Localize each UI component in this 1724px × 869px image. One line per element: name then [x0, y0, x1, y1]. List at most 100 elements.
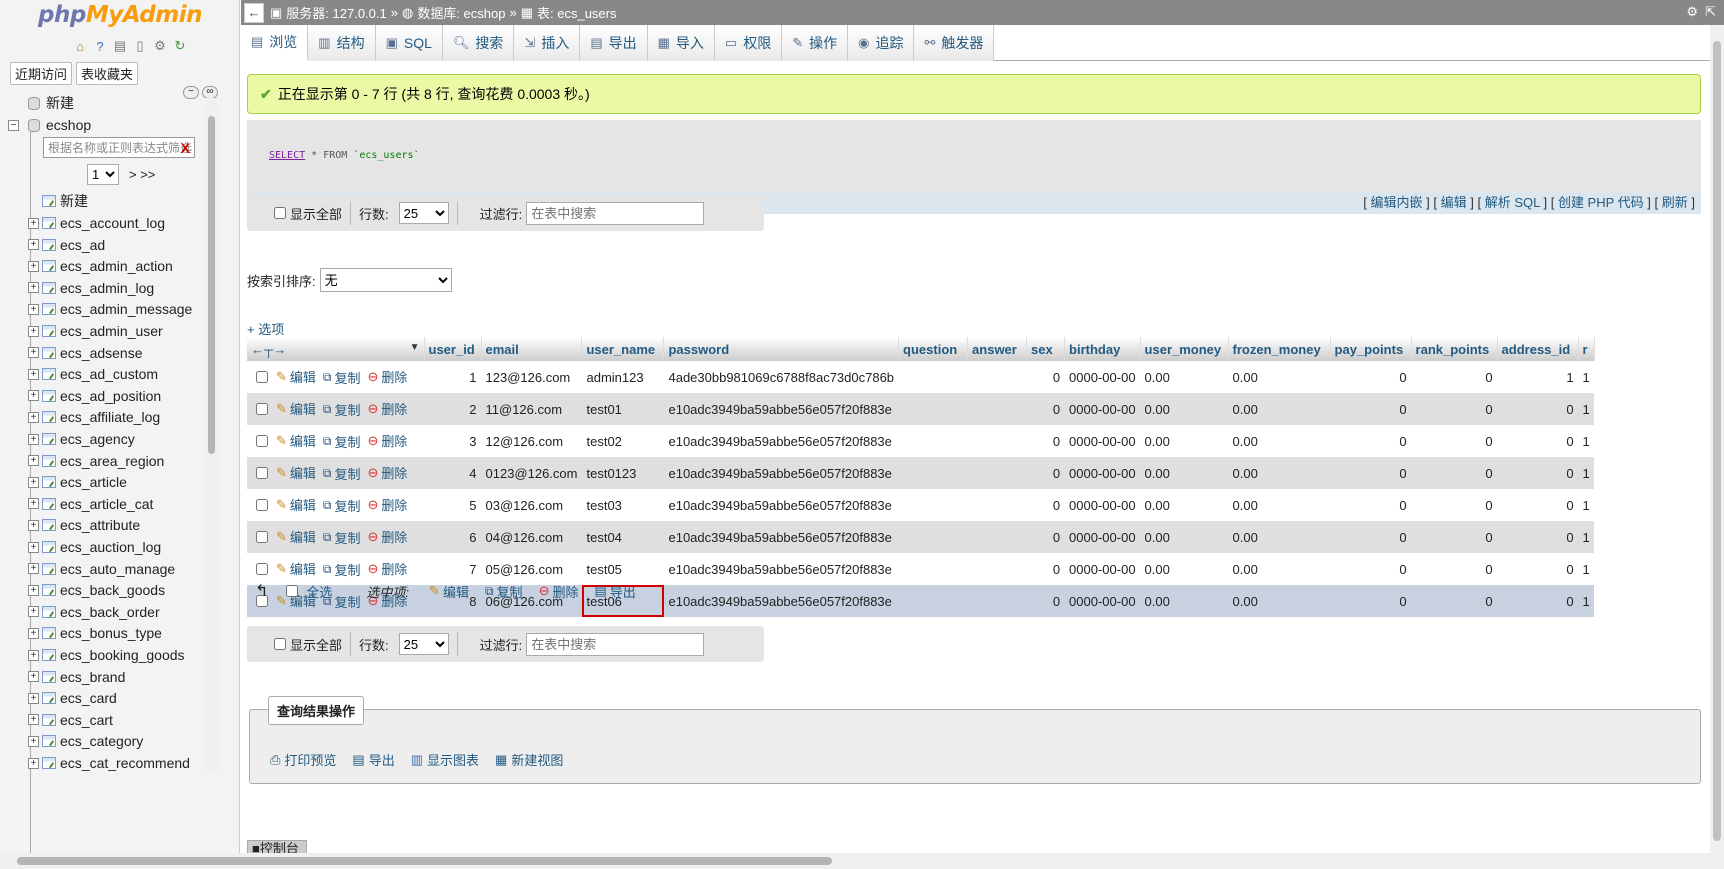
recent-tables-button[interactable]: 近期访问: [10, 62, 73, 85]
cell-birthday[interactable]: 0000-00-00: [1064, 585, 1141, 617]
sql-docs-icon[interactable]: ▯: [132, 38, 148, 54]
horizontal-scrollbar[interactable]: [0, 853, 1724, 869]
settings-icon[interactable]: ⚙: [152, 38, 168, 54]
cell-password[interactable]: e10adc3949ba59abbe56e057f20f883e: [663, 521, 899, 553]
tree-table-item[interactable]: + ecs_booking_goods: [28, 644, 185, 666]
sort-by-index-select[interactable]: 无: [319, 268, 452, 292]
row-checkbox[interactable]: [256, 403, 268, 416]
row-checkbox[interactable]: [256, 467, 268, 480]
tree-table-item[interactable]: + ecs_bonus_type: [28, 622, 162, 644]
expand-icon[interactable]: +: [28, 325, 39, 337]
cell-user_money[interactable]: 0.00: [1140, 553, 1229, 585]
tree-table-item[interactable]: + ecs_article: [28, 471, 127, 493]
home-icon[interactable]: ⌂: [72, 38, 88, 54]
bulk-delete-button[interactable]: ⊖ 删除: [539, 582, 579, 601]
cell-pay_points[interactable]: 0: [1330, 393, 1412, 425]
column-visibility-arrows[interactable]: ←┬→: [251, 342, 286, 357]
cell-r[interactable]: 1: [1578, 457, 1595, 489]
table-row[interactable]: ✎ 编辑 ⧉ 复制 ⊖ 删除 1 123@126.com admin123 4ade30bb981…: [247, 361, 1595, 393]
bulk-edit-button[interactable]: ✎ 编辑: [429, 582, 469, 601]
row-edit-button[interactable]: ✎ 编辑: [276, 431, 316, 450]
tree-table-item[interactable]: + ecs_affiliate_log: [28, 406, 160, 428]
tree-table-item[interactable]: + ecs_auto_manage: [28, 558, 175, 580]
cell-user_name[interactable]: test02: [581, 425, 664, 457]
cell-address_id[interactable]: 1: [1497, 361, 1579, 393]
cell-sex[interactable]: 0: [1026, 361, 1065, 393]
cell-pay_points[interactable]: 0: [1330, 425, 1412, 457]
tab-sql[interactable]: ▣ SQL: [375, 25, 443, 61]
cell-password[interactable]: 4ade30bb981069c6788f8ac73d0c786b: [663, 361, 899, 393]
cell-frozen_money[interactable]: 0.00: [1228, 553, 1331, 585]
cell-user_name[interactable]: admin123: [581, 361, 664, 393]
tab-import[interactable]: ▦ 导入: [647, 25, 715, 61]
cell-r[interactable]: 1: [1578, 361, 1595, 393]
cell-question[interactable]: [898, 425, 968, 457]
tree-page-select[interactable]: 1: [87, 164, 119, 185]
cell-user_name[interactable]: test04: [581, 521, 664, 553]
cell-pay_points[interactable]: 0: [1330, 489, 1412, 521]
cell-rank_points[interactable]: 0: [1411, 521, 1498, 553]
cell-birthday[interactable]: 0000-00-00: [1064, 393, 1141, 425]
collapse-icon[interactable]: −: [8, 119, 19, 131]
tree-table-item[interactable]: + ecs_adsense: [28, 342, 143, 364]
row-delete-button[interactable]: ⊖ 删除: [368, 367, 408, 386]
cell-user_money[interactable]: 0.00: [1140, 361, 1229, 393]
expand-icon[interactable]: +: [28, 692, 39, 704]
expand-icon[interactable]: +: [28, 757, 39, 769]
expand-icon[interactable]: +: [28, 390, 39, 402]
cell-sex[interactable]: 0: [1026, 489, 1065, 521]
row-copy-button[interactable]: ⧉ 复制: [323, 560, 361, 579]
expand-icon[interactable]: +: [28, 368, 39, 380]
cell-user_money[interactable]: 0.00: [1140, 457, 1229, 489]
cell-user_money[interactable]: 0.00: [1140, 393, 1229, 425]
sql-action-link[interactable]: 刷新: [1662, 195, 1688, 210]
cell-user_id[interactable]: 1: [424, 361, 481, 393]
column-header-frozen_money[interactable]: frozen_money: [1228, 337, 1331, 361]
tree-database-ecshop[interactable]: − ecshop: [8, 114, 91, 136]
tree-table-item[interactable]: + ecs_attribute: [28, 514, 140, 536]
cell-frozen_money[interactable]: 0.00: [1228, 489, 1331, 521]
cell-password[interactable]: e10adc3949ba59abbe56e057f20f883e: [663, 585, 899, 617]
cell-frozen_money[interactable]: 0.00: [1228, 521, 1331, 553]
row-edit-button[interactable]: ✎ 编辑: [276, 527, 316, 546]
expand-icon[interactable]: +: [28, 411, 39, 423]
column-controls-header[interactable]: ←┬→ ▼: [247, 337, 425, 361]
tree-table-item[interactable]: + ecs_admin_log: [28, 277, 154, 299]
cell-email[interactable]: 04@126.com: [481, 521, 582, 553]
check-all-label[interactable]: 全选: [306, 582, 332, 601]
row-checkbox[interactable]: [256, 371, 268, 384]
cell-birthday[interactable]: 0000-00-00: [1064, 457, 1141, 489]
cell-password[interactable]: e10adc3949ba59abbe56e057f20f883e: [663, 425, 899, 457]
cell-user_money[interactable]: 0.00: [1140, 521, 1229, 553]
cell-rank_points[interactable]: 0: [1411, 393, 1498, 425]
tree-table-item[interactable]: + ecs_brand: [28, 666, 125, 688]
tab-browse[interactable]: ▤ 浏览: [241, 25, 309, 61]
bulk-export-button[interactable]: ▤ 导出: [594, 582, 635, 601]
cell-sex[interactable]: 0: [1026, 457, 1065, 489]
tree-table-item[interactable]: + ecs_admin_action: [28, 255, 173, 277]
tab-privileges[interactable]: ▭ 权限: [714, 25, 783, 61]
cell-birthday[interactable]: 0000-00-00: [1064, 425, 1141, 457]
cell-answer[interactable]: [967, 425, 1027, 457]
cell-question[interactable]: [898, 521, 968, 553]
cell-email[interactable]: 11@126.com: [481, 393, 582, 425]
sql-action-link[interactable]: 编辑内嵌: [1371, 195, 1423, 210]
cell-user_name[interactable]: test0123: [581, 457, 664, 489]
tree-new-table[interactable]: 新建: [42, 190, 88, 212]
table-row[interactable]: ✎ 编辑 ⧉ 复制 ⊖ 删除 6 04@126.com test04 e10adc3949ba59…: [247, 521, 1595, 553]
tab-export[interactable]: ▤ 导出: [580, 25, 648, 61]
options-link[interactable]: + 选项: [247, 319, 284, 338]
tree-table-item[interactable]: + ecs_agency: [28, 428, 135, 450]
row-copy-button[interactable]: ⧉ 复制: [323, 496, 361, 515]
cell-user_id[interactable]: 6: [424, 521, 481, 553]
nav-scrollbar-thumb[interactable]: [208, 116, 215, 454]
rows-per-page-select-bottom[interactable]: 25: [398, 633, 449, 655]
column-header-rank_points[interactable]: rank_points: [1411, 337, 1498, 361]
check-all-checkbox[interactable]: [286, 585, 299, 597]
cell-rank_points[interactable]: 0: [1411, 553, 1498, 585]
tree-table-item[interactable]: + ecs_category: [28, 730, 143, 752]
expand-icon[interactable]: +: [28, 671, 39, 683]
cell-pay_points[interactable]: 0: [1330, 457, 1412, 489]
table-row[interactable]: ✎ 编辑 ⧉ 复制 ⊖ 删除 4 0123@126.com test0123 e10adc3949…: [247, 457, 1595, 489]
tree-table-item[interactable]: + ecs_article_cat: [28, 493, 153, 515]
